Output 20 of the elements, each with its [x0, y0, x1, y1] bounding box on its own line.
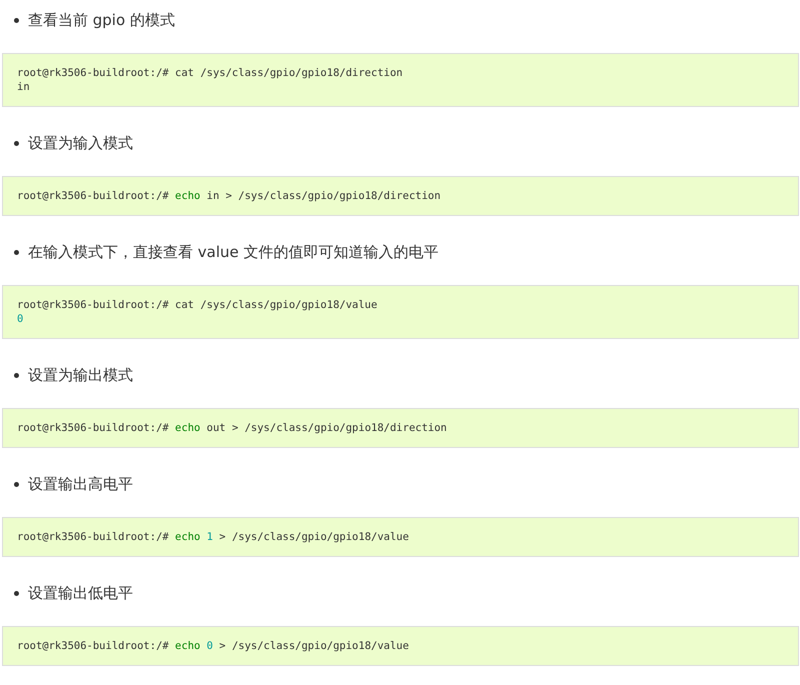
list-item-text: 查看当前 gpio 的模式 — [28, 10, 175, 30]
list-item-text: 设置为输出模式 — [28, 366, 133, 384]
code-line: root@rk3506-buildroot:/# cat /sys/class/gpio/gpio18/direction — [17, 66, 404, 80]
bullet-icon — [14, 482, 19, 486]
code-line: root@rk3506-buildroot:/# cat /sys/class/gpio/gpio18/value — [17, 298, 378, 312]
code-line: root@rk3506-buildroot:/# echo in > /sys/class/gpio/gpio18/direction — [17, 189, 442, 203]
list-item-text: 设置输出高电平 — [28, 474, 133, 494]
list-item-text: 在输入模式下，直接查看 value 文件的值即可知道输入的电平 — [28, 242, 439, 262]
code-line: root@rk3506-buildroot:/# echo 1 > /sys/class/gpio/gpio18/value — [17, 530, 410, 544]
list-item-text: 设置为输入模式 — [28, 134, 133, 152]
code-line: 0 — [17, 312, 24, 326]
bullet-icon — [14, 140, 19, 146]
code-line: root@rk3506-buildroot:/# echo out > /sys/class/gpio/gpio18/direction — [17, 421, 448, 435]
bullet-icon — [14, 18, 19, 22]
code-line: root@rk3506-buildroot:/# echo 0 > /sys/class/gpio/gpio18/value — [17, 639, 410, 653]
bullet-icon — [14, 590, 19, 596]
bullet-icon — [14, 372, 19, 378]
bullet-icon — [14, 250, 19, 254]
list-item-text: 设置输出低电平 — [28, 584, 133, 602]
code-line: in — [17, 80, 31, 94]
